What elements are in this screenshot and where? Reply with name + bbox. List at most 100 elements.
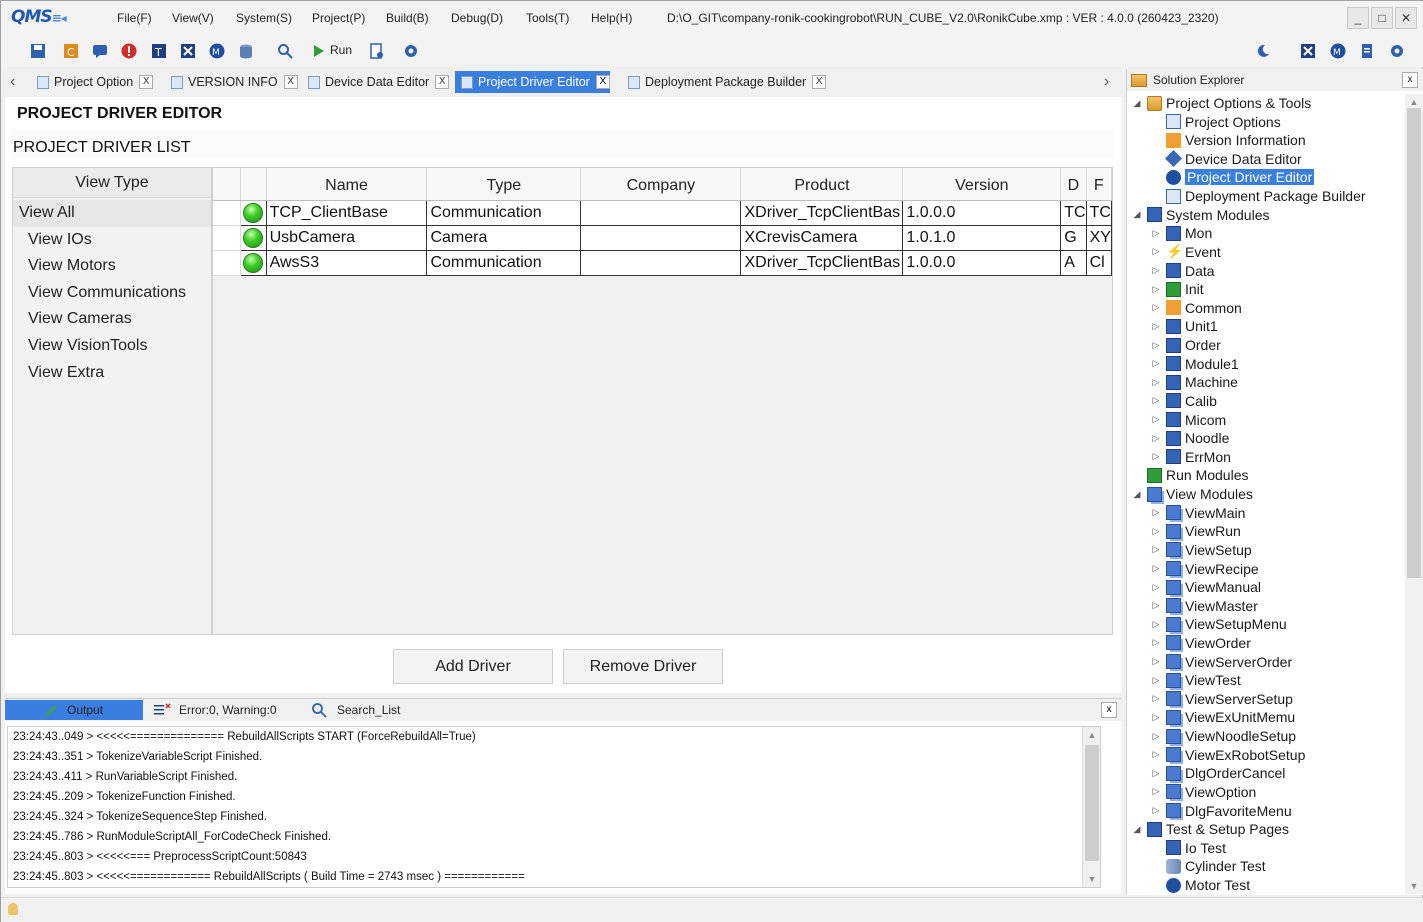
- table-row[interactable]: TCP_ClientBase Communication XDriver_Tcp…: [213, 200, 1113, 226]
- expander-icon[interactable]: ▷: [1150, 731, 1162, 742]
- gear-icon-right[interactable]: [1387, 41, 1407, 61]
- menu-file[interactable]: File(F): [117, 11, 152, 25]
- tree-node-viewmain[interactable]: ▷ ViewMain: [1150, 504, 1246, 522]
- cell-company[interactable]: [580, 200, 742, 226]
- cell-f[interactable]: TC: [1086, 200, 1113, 226]
- cell-d[interactable]: G: [1060, 225, 1087, 251]
- expander-icon[interactable]: ▷: [1150, 582, 1162, 593]
- expander-icon[interactable]: ▷: [1150, 637, 1162, 648]
- column-header-d[interactable]: D: [1060, 168, 1087, 201]
- menu-debug[interactable]: Debug(D): [451, 11, 503, 25]
- tree-node-viewserverorder[interactable]: ▷ ViewServerOrder: [1150, 653, 1293, 671]
- run-label[interactable]: Run: [330, 43, 352, 57]
- tab-deployment-package-builder[interactable]: Deployment Package Builder X: [622, 71, 827, 93]
- tree-node-mon[interactable]: ▷ Mon: [1150, 224, 1213, 242]
- tab-version-info[interactable]: VERSION INFO X: [165, 71, 298, 93]
- expander-icon[interactable]: ▷: [1150, 600, 1162, 611]
- tab-device-data-editor[interactable]: Device Data Editor X: [302, 71, 450, 93]
- output-log[interactable]: 23:24:43..049 > <<<<<============== Rebu…: [7, 726, 1101, 888]
- database-icon[interactable]: [236, 41, 256, 61]
- tree-node-viewoption[interactable]: ▷ ViewOption: [1150, 783, 1257, 801]
- expander-icon[interactable]: ▷: [1150, 302, 1162, 313]
- tree-node-system-modules[interactable]: ◢ System Modules: [1131, 206, 1270, 224]
- view-type-all[interactable]: View All: [13, 200, 211, 227]
- tree-node-viewserversetup[interactable]: ▷ ViewServerSetup: [1150, 690, 1293, 708]
- maximize-button[interactable]: □: [1371, 7, 1393, 29]
- expander-icon[interactable]: ◢: [1131, 98, 1143, 109]
- cell-name[interactable]: TCP_ClientBase: [266, 200, 428, 226]
- tree-node-cylinder-test[interactable]: Cylinder Test: [1150, 857, 1266, 875]
- cell-d[interactable]: A: [1060, 250, 1087, 276]
- row-header[interactable]: [213, 225, 241, 251]
- expander-icon[interactable]: ▷: [1150, 507, 1162, 518]
- scroll-down-icon[interactable]: ▼: [1083, 871, 1100, 887]
- tree-node-viewnoodlesetup[interactable]: ▷ ViewNoodleSetup: [1150, 727, 1297, 745]
- tree-node-motor-test[interactable]: Motor Test: [1150, 876, 1250, 894]
- tab-close-button[interactable]: X: [595, 75, 610, 89]
- tab-close-button[interactable]: X: [435, 75, 450, 89]
- tree-node-viewexrobotsetup[interactable]: ▷ ViewExRobotSetup: [1150, 746, 1306, 764]
- column-header-version[interactable]: Version: [902, 168, 1062, 201]
- column-header-type[interactable]: Type: [426, 168, 582, 201]
- view-type-ios[interactable]: View IOs: [13, 227, 211, 254]
- expander-icon[interactable]: ▷: [1150, 619, 1162, 630]
- close-window-button[interactable]: ✕: [1395, 7, 1417, 29]
- tree-node-viewmanual[interactable]: ▷ ViewManual: [1150, 578, 1261, 596]
- tree-node-event[interactable]: ▷ ⚡ Event: [1150, 243, 1221, 261]
- output-scrollbar[interactable]: ▲ ▼: [1082, 727, 1100, 887]
- solution-explorer-close-button[interactable]: x: [1402, 72, 1418, 88]
- motor-icon-right[interactable]: M: [1328, 41, 1348, 61]
- cell-product[interactable]: XDriver_TcpClientBas: [740, 200, 904, 226]
- table-row[interactable]: UsbCamera Camera XCrevisCamera 1.0.1.0 G…: [213, 225, 1113, 251]
- expander-icon[interactable]: ▷: [1150, 675, 1162, 686]
- tab-scroll-right-icon[interactable]: ›: [1104, 73, 1109, 91]
- tree-node-viewsetupmenu[interactable]: ▷ ViewSetupMenu: [1150, 615, 1287, 633]
- column-header-f[interactable]: F: [1086, 168, 1113, 201]
- motor-icon[interactable]: M: [207, 41, 227, 61]
- expander-icon[interactable]: ▷: [1150, 656, 1162, 667]
- run-icon[interactable]: [309, 41, 329, 61]
- expander-icon[interactable]: ▷: [1150, 321, 1162, 332]
- expander-icon[interactable]: ▷: [1150, 563, 1162, 574]
- expander-icon[interactable]: ▷: [1150, 340, 1162, 351]
- tree-node-project-driver-editor[interactable]: Project Driver Editor: [1150, 168, 1315, 186]
- expander-icon[interactable]: ◢: [1131, 209, 1143, 220]
- tree-node-vieworder[interactable]: ▷ ViewOrder: [1150, 634, 1251, 652]
- view-type-motors[interactable]: View Motors: [13, 253, 211, 280]
- tree-node-version-information[interactable]: Version Information: [1150, 131, 1306, 149]
- alert-icon[interactable]: [119, 41, 139, 61]
- view-type-extra[interactable]: View Extra: [13, 360, 211, 387]
- expander-icon[interactable]: ▷: [1150, 246, 1162, 257]
- cross-icon[interactable]: [178, 41, 198, 61]
- tree-node-viewexunitmemu[interactable]: ▷ ViewExUnitMemu: [1150, 708, 1296, 726]
- expander-icon[interactable]: ▷: [1150, 265, 1162, 276]
- tree-node-test-setup-pages[interactable]: ◢ Test & Setup Pages: [1131, 820, 1289, 838]
- expander-icon[interactable]: ▷: [1150, 358, 1162, 369]
- output-close-button[interactable]: x: [1101, 702, 1117, 718]
- expander-icon[interactable]: ▷: [1150, 414, 1162, 425]
- minimize-button[interactable]: _: [1347, 7, 1369, 29]
- menu-project[interactable]: Project(P): [312, 11, 365, 25]
- cell-product[interactable]: XCrevisCamera: [740, 225, 904, 251]
- expander-icon[interactable]: ▷: [1150, 693, 1162, 704]
- expander-icon[interactable]: ▷: [1150, 712, 1162, 723]
- save-icon[interactable]: [28, 41, 48, 61]
- menu-build[interactable]: Build(B): [386, 11, 429, 25]
- menu-help[interactable]: Help(H): [591, 11, 632, 25]
- tree-node-data[interactable]: ▷ Data: [1150, 262, 1215, 280]
- scroll-down-icon[interactable]: ▼: [1405, 878, 1423, 894]
- menu-tools[interactable]: Tools(T): [526, 11, 569, 25]
- expander-icon[interactable]: ▷: [1150, 768, 1162, 779]
- tree-node-dlgfavoritemenu[interactable]: ▷ DlgFavoriteMenu: [1150, 802, 1292, 820]
- expander-icon[interactable]: ◢: [1131, 489, 1143, 500]
- expander-icon[interactable]: ▷: [1150, 526, 1162, 537]
- cell-company[interactable]: [580, 250, 742, 276]
- row-header[interactable]: [213, 200, 241, 226]
- settings-gear-icon[interactable]: [401, 41, 421, 61]
- cell-f[interactable]: Cl: [1086, 250, 1113, 276]
- comment-icon[interactable]: [90, 41, 110, 61]
- tree-node-project-options-tools[interactable]: ◢ Project Options & Tools: [1131, 94, 1312, 112]
- expander-icon[interactable]: ▷: [1150, 451, 1162, 462]
- scroll-thumb[interactable]: [1407, 108, 1421, 578]
- tree-node-device-data-editor[interactable]: Device Data Editor: [1150, 150, 1302, 168]
